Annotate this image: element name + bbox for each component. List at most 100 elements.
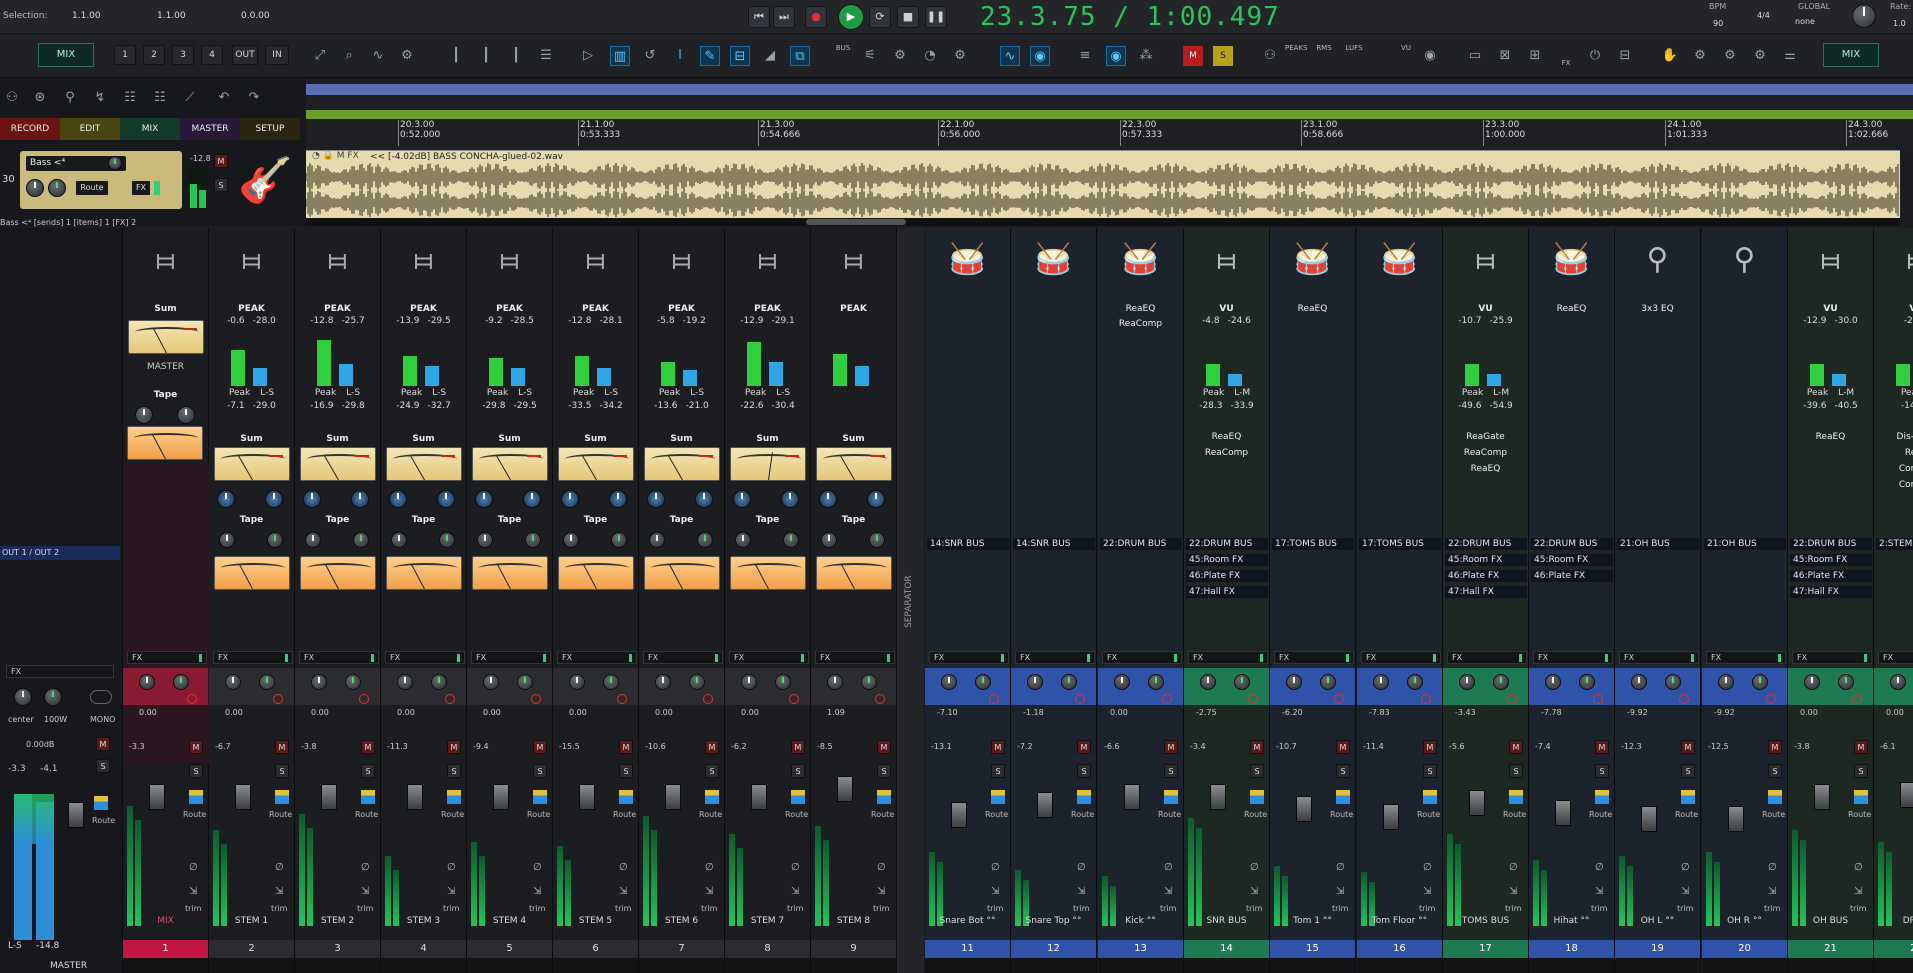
pin-icon[interactable]: ⇲ xyxy=(189,886,197,897)
solo-button[interactable]: S xyxy=(189,764,203,778)
solo-button[interactable]: S xyxy=(275,764,289,778)
master-mute-button[interactable]: M xyxy=(96,737,110,751)
phase-icon[interactable]: ∅ xyxy=(705,862,714,873)
fx-label-1[interactable]: FX xyxy=(1555,59,1577,67)
fx-slot[interactable]: FX xyxy=(1361,651,1441,664)
strip-number[interactable]: 19 xyxy=(1615,940,1700,958)
solo-button[interactable]: S xyxy=(1595,764,1609,778)
pin-icon[interactable]: ⇲ xyxy=(877,886,885,897)
strip-number[interactable]: 22 xyxy=(1874,940,1913,958)
record-arm-icon[interactable] xyxy=(1334,694,1344,704)
fx-slot[interactable]: FX xyxy=(127,651,207,664)
width-knob[interactable] xyxy=(1234,674,1250,690)
track-header[interactable]: Bass <⁴ Route FX xyxy=(20,151,182,209)
route-button[interactable]: Route xyxy=(1848,810,1871,819)
strip-number[interactable]: 12 xyxy=(1011,940,1096,958)
strip-number[interactable]: 3 xyxy=(295,940,380,958)
volume-fader[interactable] xyxy=(1210,784,1226,810)
mixer-icon[interactable]: ☰ xyxy=(536,46,556,66)
post-fx-name[interactable]: Compre xyxy=(1874,480,1913,490)
mute-button[interactable]: M xyxy=(1077,740,1091,754)
fx-slot[interactable]: FX xyxy=(1792,651,1872,664)
track-solo-button[interactable]: S xyxy=(214,178,228,192)
play-marker-icon[interactable]: ▷ xyxy=(578,46,598,66)
lufs-label[interactable]: LUFS xyxy=(1343,44,1365,52)
record-arm-icon[interactable] xyxy=(187,694,197,704)
tab-master[interactable]: MASTER xyxy=(180,118,240,140)
sum-knob-b[interactable] xyxy=(781,490,799,508)
layout-1-button[interactable]: 1 xyxy=(114,45,136,65)
layout-4-button[interactable]: 4 xyxy=(201,45,223,65)
mute-button[interactable]: M xyxy=(1595,740,1609,754)
post-fx-name[interactable]: Compre xyxy=(1874,464,1913,474)
record-arm-icon[interactable] xyxy=(789,694,799,704)
fx-name[interactable]: ReaEQ xyxy=(1098,304,1183,314)
record-arm-icon[interactable] xyxy=(1679,694,1689,704)
fx-slot[interactable]: FX xyxy=(1878,651,1913,664)
strip-number[interactable]: 8 xyxy=(725,940,810,958)
tape-knob-b[interactable] xyxy=(611,532,627,548)
sum-knob-a[interactable] xyxy=(561,490,579,508)
skip-forward-icon[interactable]: ⏭ xyxy=(773,6,795,28)
phase-icon[interactable]: ∅ xyxy=(1164,862,1173,873)
pan-knob[interactable] xyxy=(1718,674,1734,690)
fx-slot[interactable]: FX xyxy=(1533,651,1613,664)
phase-icon[interactable]: ∅ xyxy=(447,862,456,873)
record-arm-icon[interactable] xyxy=(1248,694,1258,704)
fx-name[interactable]: ReaEQ xyxy=(1529,304,1614,314)
phase-icon[interactable]: ∅ xyxy=(275,862,284,873)
pin-icon[interactable]: ⇲ xyxy=(1423,886,1431,897)
strip-number[interactable]: 1 xyxy=(123,940,208,958)
width-knob[interactable] xyxy=(1148,674,1164,690)
fx-button[interactable]: FX xyxy=(132,181,150,195)
tape-knob-b[interactable] xyxy=(439,532,455,548)
send-slot[interactable]: 22:DRUM BUS xyxy=(1790,538,1872,551)
volume-readout[interactable]: -3.43 xyxy=(1455,708,1540,717)
track-width-knob[interactable] xyxy=(48,179,66,197)
fx-name[interactable]: ReaComp xyxy=(1098,319,1183,329)
width-knob[interactable] xyxy=(517,674,533,690)
return-icon[interactable]: ↺ xyxy=(640,46,660,66)
width-knob[interactable] xyxy=(173,674,189,690)
route-button[interactable]: Route xyxy=(1675,810,1698,819)
volume-fader[interactable] xyxy=(665,784,681,810)
zoom-icon[interactable]: ⌕ xyxy=(339,46,359,66)
track-pan-knob[interactable] xyxy=(26,179,44,197)
width-knob[interactable] xyxy=(1838,674,1854,690)
pin-icon[interactable]: ⇲ xyxy=(361,886,369,897)
volume-fader[interactable] xyxy=(751,784,767,810)
post-fx-name[interactable]: ReaComp xyxy=(1184,448,1269,458)
window-close-icon[interactable]: ⊠ xyxy=(1495,46,1515,66)
master-fx-slot[interactable]: FX xyxy=(6,665,114,678)
routing-icon[interactable]: ⚟ xyxy=(860,46,880,66)
pan-knob[interactable] xyxy=(1373,674,1389,690)
layout-3-button[interactable]: 3 xyxy=(172,45,194,65)
volume-fader[interactable] xyxy=(1555,800,1571,826)
solo-button[interactable]: S xyxy=(533,764,547,778)
mute-button[interactable]: M xyxy=(877,740,891,754)
fader3-icon[interactable]: ┃ xyxy=(506,46,526,66)
fader2-icon[interactable]: ┃ xyxy=(476,46,496,66)
route-button[interactable]: Route xyxy=(785,810,808,819)
pan-knob[interactable] xyxy=(1459,674,1475,690)
volume-fader[interactable] xyxy=(1469,790,1485,816)
mute-button[interactable]: M xyxy=(533,740,547,754)
send-slot[interactable]: 45:Room FX xyxy=(1445,554,1527,567)
record-arm-icon[interactable] xyxy=(1507,694,1517,704)
phase-icon[interactable]: ∅ xyxy=(877,862,886,873)
play-icon[interactable]: ▶ xyxy=(838,4,864,30)
width-knob[interactable] xyxy=(1665,674,1681,690)
tab-mix[interactable]: MIX xyxy=(120,118,180,140)
send-slot[interactable]: 17:TOMS BUS xyxy=(1272,538,1354,551)
fx-slot[interactable]: FX xyxy=(213,651,293,664)
route-button[interactable]: Route xyxy=(613,810,636,819)
time-display[interactable]: 23.3.75 / 1:00.497 xyxy=(980,2,1280,32)
sum-knob-b[interactable] xyxy=(609,490,627,508)
tape-knob-b[interactable] xyxy=(177,406,195,424)
mute-button[interactable]: M xyxy=(361,740,375,754)
mute-button[interactable]: M xyxy=(791,740,805,754)
solo-button[interactable]: S xyxy=(791,764,805,778)
fader-icon[interactable]: ┃ xyxy=(446,46,466,66)
route-button[interactable]: Route xyxy=(183,810,206,819)
phase-icon[interactable]: ∅ xyxy=(1423,862,1432,873)
